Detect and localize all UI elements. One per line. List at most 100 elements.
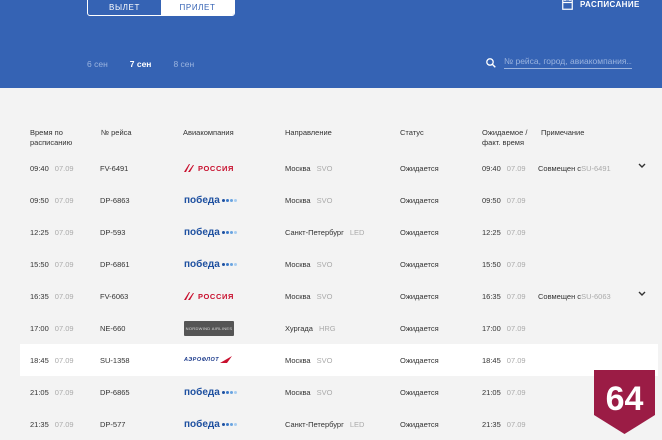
- note-text: Совмещен с: [538, 163, 582, 173]
- airline-name: АЭРОФЛОТ: [184, 357, 220, 363]
- destination-city: Москва: [285, 291, 311, 301]
- expected-date: 07.09: [506, 259, 526, 269]
- expected-date: 07.09: [506, 291, 526, 301]
- date-tabs: 6 сен 7 сен 8 сен: [87, 59, 216, 69]
- destination-city: Санкт-Петербург: [285, 419, 344, 429]
- pobeda-logo: победа: [184, 259, 237, 270]
- scheduled-date: 07.09: [54, 259, 74, 269]
- scheduled-date: 07.09: [54, 163, 74, 173]
- flight-row[interactable]: 16:35 07.09 FV-6063 РОССИЯ Москва SVO Ожидаетс…: [20, 280, 658, 312]
- col-note: Примечание: [541, 128, 585, 137]
- scheduled-time: 17:00: [30, 323, 49, 333]
- date-tab-7[interactable]: 7 сен: [130, 59, 152, 69]
- date-tab-6[interactable]: 6 сен: [87, 59, 108, 69]
- expected-time: 18:45: [482, 355, 501, 365]
- flight-row[interactable]: 15:50 07.09 DP-6861 победа Москва SVO Ожидаетс…: [20, 248, 658, 280]
- destination-city: Москва: [285, 259, 311, 269]
- rossiya-logo: РОССИЯ: [184, 164, 234, 173]
- pobeda-dots-icon: [221, 422, 237, 426]
- pobeda-dots-icon: [221, 390, 237, 394]
- expected-date: 07.09: [506, 419, 526, 429]
- flight-status: Ожидается: [400, 419, 439, 429]
- pobeda-logo: победа: [184, 387, 237, 398]
- col-direction: Направление: [285, 128, 332, 137]
- flight-number: DP-593: [100, 227, 126, 237]
- expected-time: 17:00: [482, 323, 501, 333]
- flight-number: FV-6491: [100, 163, 129, 173]
- flight-number: NE-660: [100, 323, 126, 333]
- col-status: Статус: [400, 128, 424, 137]
- scheduled-date: 07.09: [54, 323, 74, 333]
- search-icon: [486, 57, 496, 68]
- airline-name: победа: [184, 258, 220, 270]
- site-badge: 64: [594, 370, 655, 434]
- pobeda-logo: победа: [184, 227, 237, 238]
- expected-date: 07.09: [506, 387, 526, 397]
- flight-number: DP-577: [100, 419, 126, 429]
- flight-number: DP-6861: [100, 259, 130, 269]
- scheduled-date: 07.09: [54, 355, 74, 365]
- flight-number: FV-6063: [100, 291, 129, 301]
- expected-time: 21:35: [482, 419, 501, 429]
- scheduled-time: 21:05: [30, 387, 49, 397]
- pobeda-dots-icon: [221, 198, 237, 202]
- airline-name: РОССИЯ: [198, 291, 234, 301]
- flight-status: Ожидается: [400, 195, 439, 205]
- rossiya-wing-icon: [184, 164, 194, 172]
- airport-code: SVO: [316, 387, 333, 397]
- flight-row[interactable]: 09:40 07.09 FV-6491 РОССИЯ Москва SVO Ожидаетс…: [20, 152, 658, 184]
- note-codeshare: SU-6063: [581, 291, 611, 301]
- nordwind-logo: NORDWIND AIRLINES: [184, 320, 234, 336]
- scheduled-time: 12:25: [30, 227, 49, 237]
- destination-city: Хургада: [285, 323, 313, 333]
- airport-code: LED: [349, 227, 365, 237]
- airline-name: победа: [184, 194, 220, 206]
- airport-code: SVO: [316, 355, 333, 365]
- flights-table: Время по расписанию № рейса Авиакомпания…: [0, 88, 662, 440]
- expected-time: 21:05: [482, 387, 501, 397]
- flight-number: DP-6865: [100, 387, 130, 397]
- badge-text: 64: [606, 380, 644, 418]
- flight-row[interactable]: 21:35 07.09 DP-577 победа Санкт-Петербург LED…: [20, 408, 658, 440]
- expected-time: 12:25: [482, 227, 501, 237]
- col-flight-number: № рейса: [101, 128, 132, 137]
- flight-status: Ожидается: [400, 291, 439, 301]
- tab-arrival[interactable]: ПРИЛЕТ: [161, 0, 234, 15]
- tab-departure[interactable]: ВЫЛЕТ: [88, 0, 161, 15]
- flight-status: Ожидается: [400, 259, 439, 269]
- expected-time: 16:35: [482, 291, 501, 301]
- airline-name: победа: [184, 386, 220, 398]
- flight-row[interactable]: 21:05 07.09 DP-6865 победа Москва SVO Ожидаетс…: [20, 376, 658, 408]
- destination-city: Москва: [285, 195, 311, 205]
- date-tab-8[interactable]: 8 сен: [173, 59, 194, 69]
- rossiya-logo: РОССИЯ: [184, 292, 234, 301]
- airport-code: SVO: [316, 291, 333, 301]
- search-box[interactable]: № рейса, город, авиакомпания...: [486, 56, 632, 69]
- expected-time: 09:50: [482, 195, 501, 205]
- flight-row[interactable]: 09:50 07.09 DP-6863 победа Москва SVO Ожидаетс…: [20, 184, 658, 216]
- scheduled-time: 16:35: [30, 291, 49, 301]
- search-input[interactable]: № рейса, город, авиакомпания...: [504, 56, 632, 69]
- expected-date: 07.09: [506, 163, 526, 173]
- pobeda-dots-icon: [221, 230, 237, 234]
- rossiya-wing-icon: [184, 292, 194, 300]
- scheduled-time: 21:35: [30, 419, 49, 429]
- flight-number: SU-1358: [100, 355, 130, 365]
- airline-name: победа: [184, 418, 220, 430]
- flight-number: DP-6863: [100, 195, 130, 205]
- pobeda-logo: победа: [184, 195, 237, 206]
- flight-row[interactable]: 12:25 07.09 DP-593 победа Санкт-Петербург LED…: [20, 216, 658, 248]
- scheduled-date: 07.09: [54, 291, 74, 301]
- flight-row[interactable]: 18:45 07.09 SU-1358 АЭРОФЛОТ Москва SVO Ожидае…: [20, 344, 658, 376]
- flight-status: Ожидается: [400, 355, 439, 365]
- expected-time: 15:50: [482, 259, 501, 269]
- schedule-link[interactable]: РАСПИСАНИЕ: [562, 0, 640, 10]
- expected-date: 07.09: [506, 323, 526, 333]
- col-scheduled-time: Время по расписанию: [30, 128, 73, 147]
- chevron-down-icon[interactable]: [638, 163, 646, 169]
- chevron-down-icon[interactable]: [638, 291, 646, 297]
- flight-row[interactable]: 17:00 07.09 NE-660 NORDWIND AIRLINES Хургада…: [20, 312, 658, 344]
- scheduled-time: 15:50: [30, 259, 49, 269]
- airline-name: победа: [184, 226, 220, 238]
- pobeda-logo: победа: [184, 419, 237, 430]
